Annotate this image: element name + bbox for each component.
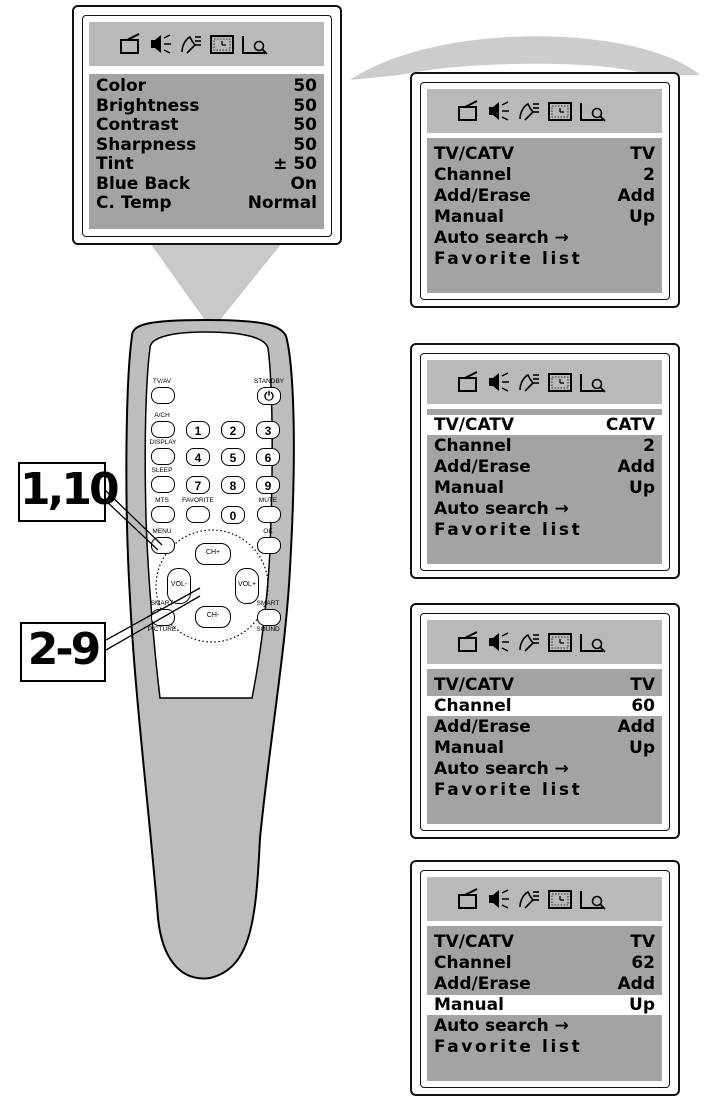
step-leader-lines [104,489,201,651]
step-1-10-label: 1,10 [18,462,120,522]
step-2-9-label: 2-9 [20,622,106,682]
